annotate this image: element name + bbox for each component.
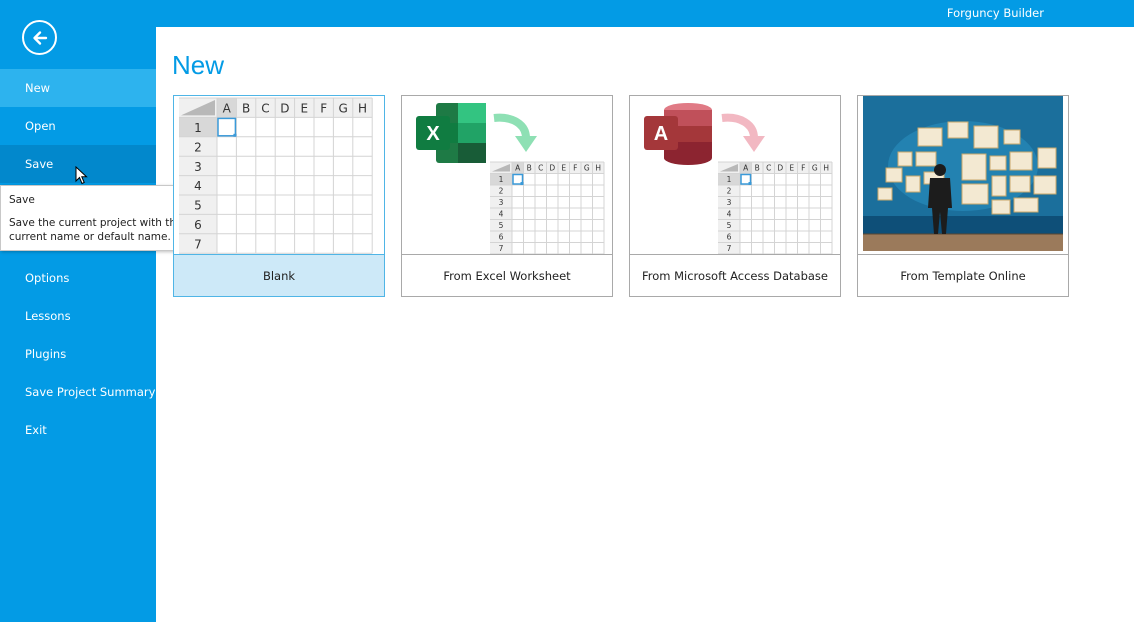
column-header: G [338, 102, 347, 116]
menu-item-open[interactable]: Open [0, 107, 156, 145]
save-tooltip: Save Save the current project with the c… [0, 185, 200, 251]
column-header: H [823, 164, 829, 173]
card-label: From Template Online [858, 254, 1068, 296]
column-header: A [223, 102, 232, 116]
arrow-left-icon [32, 30, 47, 45]
column-header: C [538, 164, 543, 173]
menu-item-save-project-summary[interactable]: Save Project Summary [0, 373, 156, 411]
column-header: G [812, 164, 818, 173]
menu-item-label: Plugins [25, 347, 67, 361]
tooltip-title: Save [9, 194, 35, 206]
menu-item-label: Save Project Summary [25, 385, 156, 399]
template-card-access[interactable]: A ABCDEFGH1234567 From Microsoft Access … [629, 95, 841, 297]
excel-thumbnail: X ABCDEFGH 1 2 3 4 5 6 7 [402, 96, 612, 254]
menu-item-label: Exit [25, 423, 47, 437]
card-label: From Microsoft Access Database [630, 254, 840, 296]
template-card-blank[interactable]: ABCDEFGH 1 2 3 4 5 6 7 Blank [173, 95, 385, 297]
menu-item-new[interactable]: New [0, 69, 156, 107]
row-header: 3 [194, 160, 202, 174]
menu-item-plugins[interactable]: Plugins [0, 335, 156, 373]
column-header: F [801, 164, 805, 173]
column-header: E [789, 164, 794, 173]
spreadsheet-grid-icon: A B C D E F G H 1 2 3 4 5 6 7 [179, 97, 373, 254]
template-card-online[interactable]: From Template Online [857, 95, 1069, 297]
row-header: 5 [194, 199, 202, 213]
row-header: 7 [727, 244, 732, 253]
menu-item-label: Open [25, 119, 56, 133]
column-header: B [527, 164, 532, 173]
menu-item-label: New [25, 81, 51, 95]
row-header: 6 [727, 233, 732, 242]
row-header: 3 [727, 198, 732, 207]
app-title: Forguncy Builder [946, 6, 1044, 20]
menu-item-label: Options [25, 271, 70, 285]
column-header: B [242, 102, 250, 116]
access-thumbnail: A ABCDEFGH1234567 [630, 96, 840, 254]
column-header: A [743, 164, 749, 173]
tooltip-description: Save the current project with the curren… [9, 217, 183, 243]
menu-item-options[interactable]: Options [0, 259, 156, 297]
menu-item-exit[interactable]: Exit [0, 411, 156, 449]
row-header: 2 [194, 140, 202, 154]
row-header: 2 [727, 187, 732, 196]
row-header: 6 [194, 218, 202, 232]
column-header: D [549, 164, 555, 173]
row-header: 5 [727, 221, 732, 230]
column-header: D [280, 102, 289, 116]
template-online-thumbnail [858, 96, 1068, 254]
row-header: 2 [499, 187, 504, 196]
column-header: C [766, 164, 771, 173]
spreadsheet-grid-icon: A B C D E F G H 1 2 3 4 5 6 7 [490, 161, 605, 254]
svg-text:X: X [426, 123, 440, 145]
column-header: D [777, 164, 783, 173]
card-label: From Excel Worksheet [402, 254, 612, 296]
page-title: New [172, 50, 225, 80]
column-header: C [261, 102, 269, 116]
column-header: H [358, 102, 367, 116]
row-header: 7 [499, 244, 504, 253]
column-header: F [573, 164, 577, 173]
menu-item-label: Lessons [25, 309, 71, 323]
column-header: G [584, 164, 590, 173]
menu-item-lessons[interactable]: Lessons [0, 297, 156, 335]
title-bar: Forguncy Builder [0, 0, 1134, 27]
column-header: H [595, 164, 601, 173]
column-header: E [561, 164, 566, 173]
gallery-photo-icon [863, 96, 1063, 251]
row-header: 4 [727, 210, 732, 219]
svg-text:A: A [654, 123, 668, 145]
column-header: A [515, 164, 521, 173]
card-label: Blank [174, 254, 384, 296]
column-header: B [755, 164, 760, 173]
back-button[interactable] [22, 20, 57, 55]
column-header: F [320, 102, 327, 116]
spreadsheet-grid-icon: A B C D E F G H 1 2 3 4 5 6 7 [718, 161, 833, 254]
menu-item-label: Save [25, 157, 54, 171]
template-card-excel[interactable]: X ABCDEFGH 1 2 3 4 5 6 7 From Excel Worksheet [401, 95, 613, 297]
row-header: 5 [499, 221, 504, 230]
mouse-cursor-icon [75, 166, 88, 185]
row-header: 4 [194, 179, 202, 193]
row-header: 7 [194, 237, 202, 251]
row-header: 3 [499, 198, 504, 207]
row-header: 1 [194, 121, 202, 135]
row-header: 1 [727, 175, 732, 184]
row-header: 1 [499, 175, 504, 184]
column-header: E [301, 102, 309, 116]
row-header: 6 [499, 233, 504, 242]
blank-spreadsheet-thumbnail: ABCDEFGH 1 2 3 4 5 6 7 [174, 96, 384, 254]
backstage-sidebar: New Open Save Options Lessons Plugins Sa… [0, 0, 156, 622]
row-header: 4 [499, 210, 504, 219]
